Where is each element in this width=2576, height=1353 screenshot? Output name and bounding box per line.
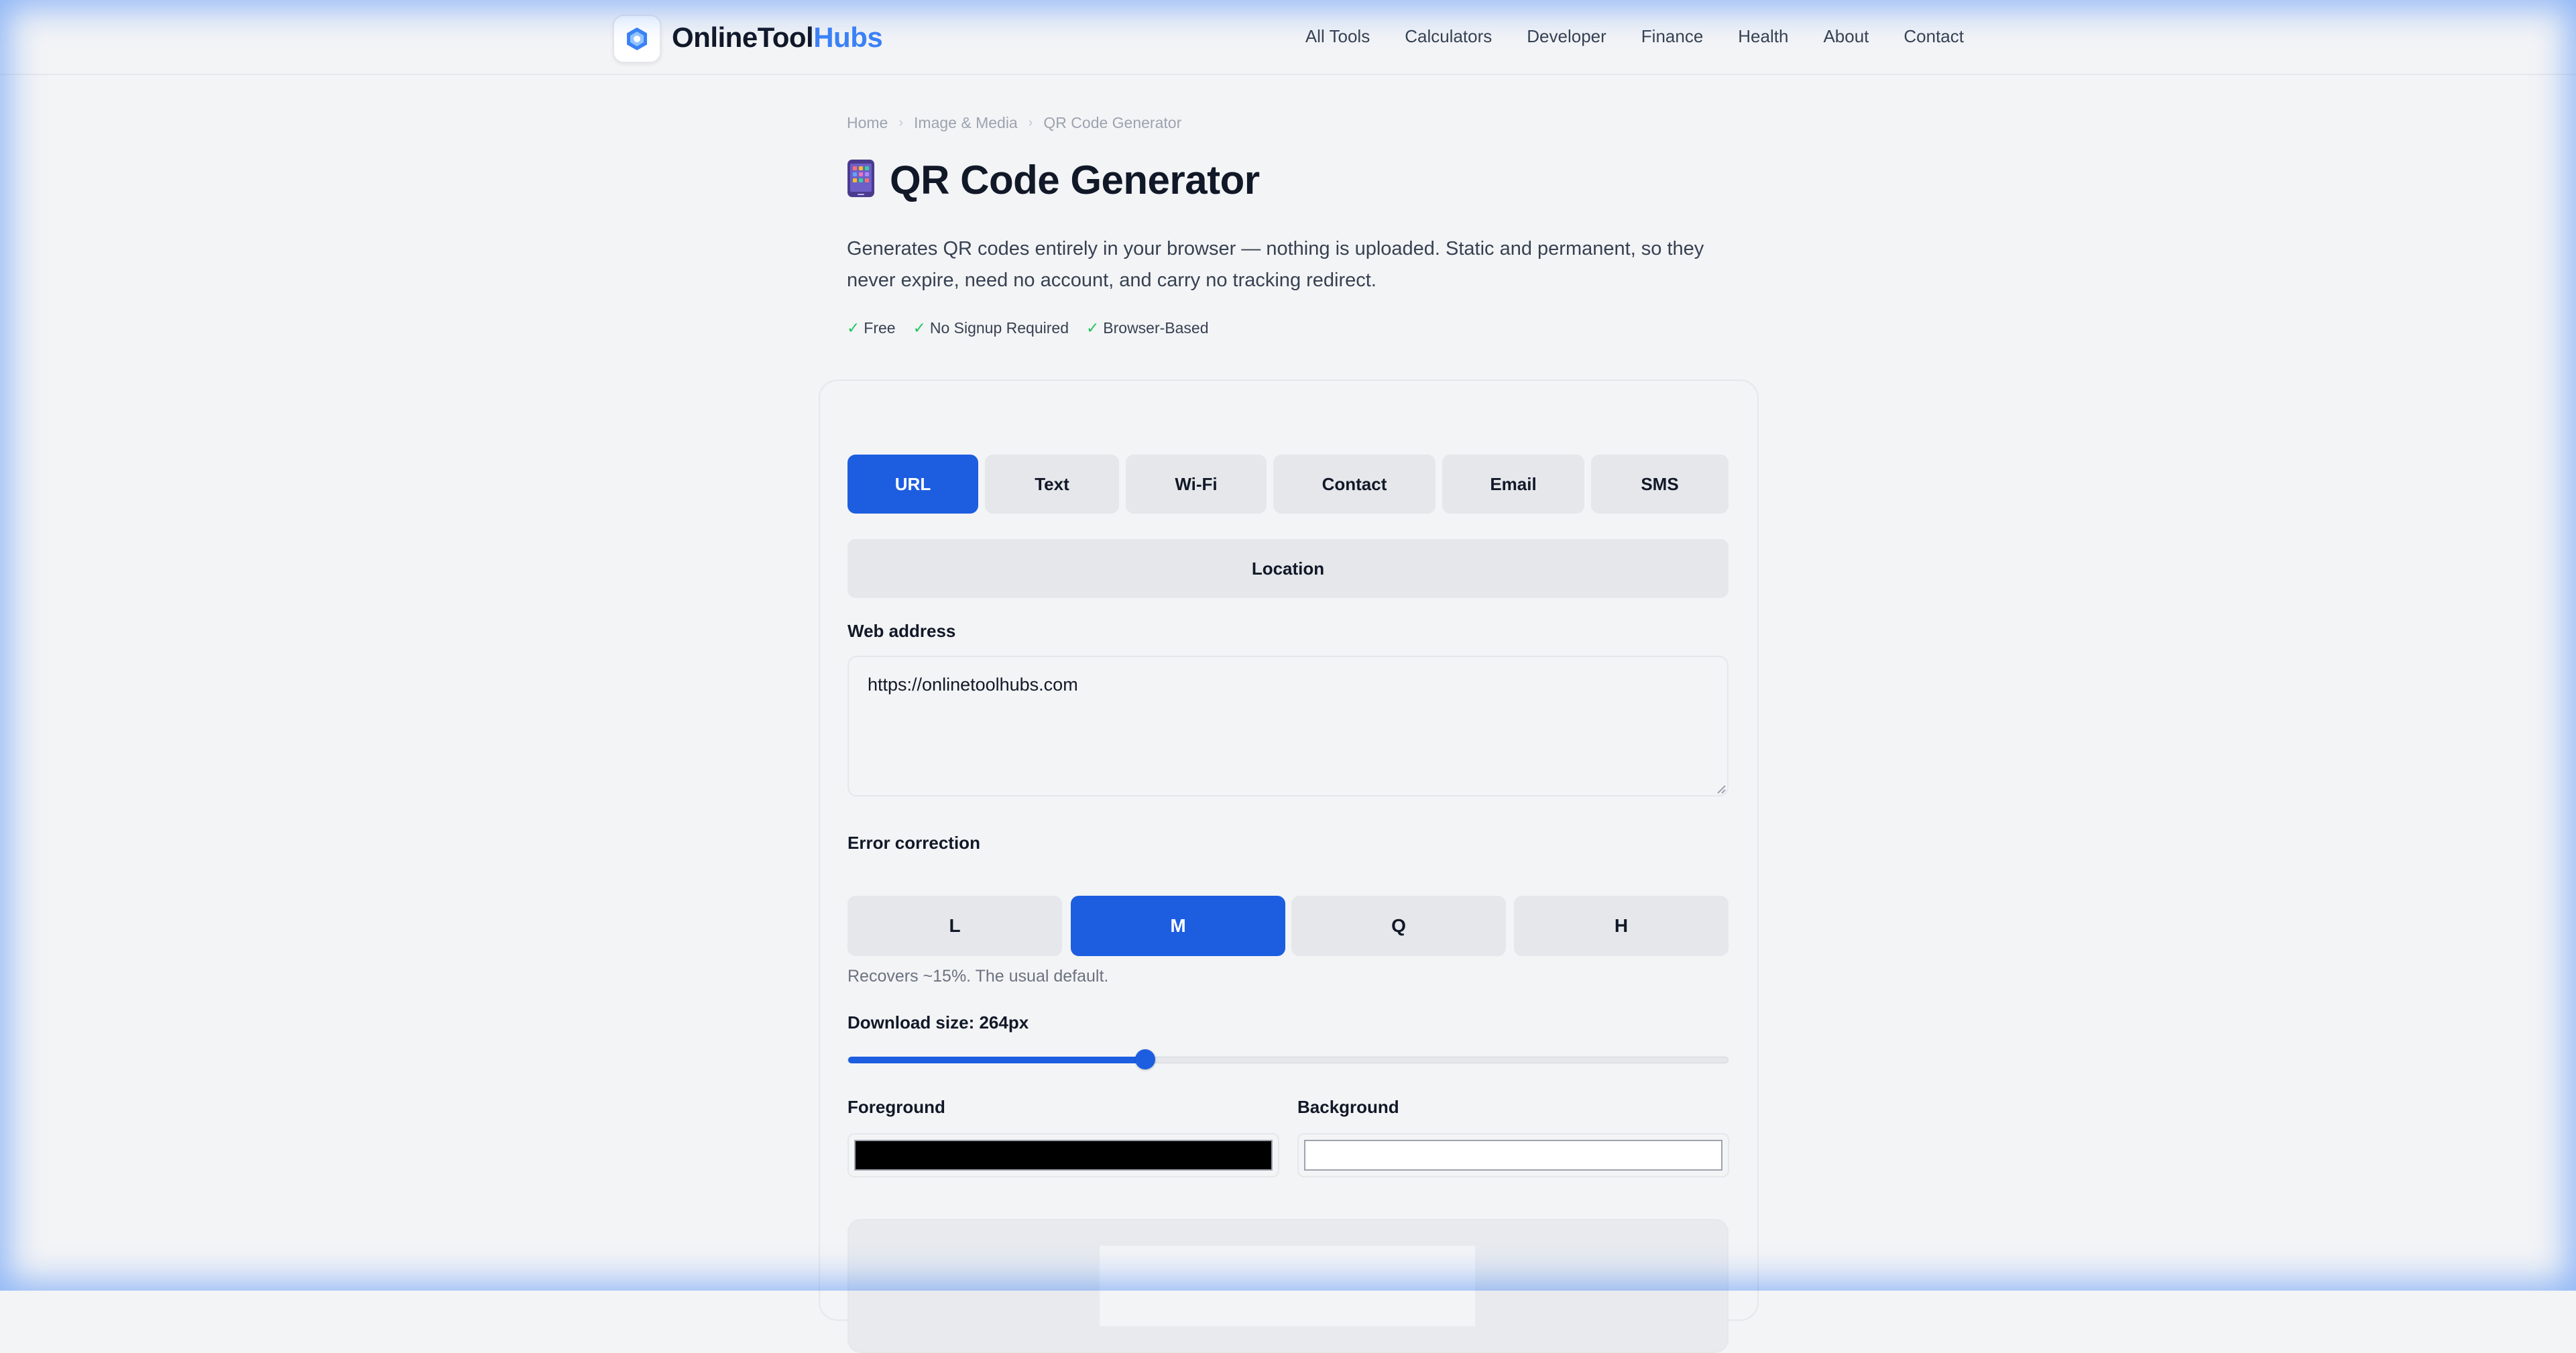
tab-sms[interactable]: SMS xyxy=(1591,455,1729,514)
page-title: QR Code Generator xyxy=(890,158,1260,202)
badge-browser-based: ✓ Browser-Based xyxy=(1086,319,1209,337)
nav-about[interactable]: About xyxy=(1823,21,1869,51)
ec-level-m[interactable]: M xyxy=(1071,896,1285,956)
brand-part-2: Hubs xyxy=(813,21,883,53)
ec-level-q[interactable]: Q xyxy=(1291,896,1506,956)
tab-url[interactable]: URL xyxy=(847,455,978,514)
tab-wifi[interactable]: Wi-Fi xyxy=(1126,455,1267,514)
badge-label: Browser-Based xyxy=(1103,319,1209,337)
badge-free: ✓ Free xyxy=(847,319,896,337)
page-description: Generates QR codes entirely in your brow… xyxy=(847,238,1704,291)
download-size-label: Download size: 264px xyxy=(847,1012,1029,1033)
check-icon: ✓ xyxy=(847,319,860,337)
foreground-label: Foreground xyxy=(847,1097,945,1117)
breadcrumb-home[interactable]: Home xyxy=(847,114,888,132)
badge-label: No Signup Required xyxy=(929,319,1069,337)
download-size-slider[interactable] xyxy=(847,1049,1729,1069)
breadcrumb-image-media[interactable]: Image & Media xyxy=(914,114,1018,132)
resize-grip-icon[interactable] xyxy=(1715,783,1726,794)
web-address-input[interactable]: https://onlinetoolhubs.com xyxy=(847,656,1729,797)
feature-badges: ✓ Free ✓ No Signup Required ✓ Browser-Based xyxy=(847,319,1226,337)
check-icon: ✓ xyxy=(1086,319,1100,337)
chevron-right-icon: › xyxy=(898,115,904,130)
site-header: OnlineToolHubs All Tools Calculators Dev… xyxy=(0,0,2576,75)
breadcrumb-current: QR Code Generator xyxy=(1043,114,1182,131)
tab-location[interactable]: Location xyxy=(847,539,1729,598)
nav-finance[interactable]: Finance xyxy=(1641,21,1704,51)
ec-level-h[interactable]: H xyxy=(1514,896,1729,956)
main-nav: All Tools Calculators Developer Finance … xyxy=(1271,21,1964,51)
background-swatch xyxy=(1304,1140,1722,1171)
nav-developer[interactable]: Developer xyxy=(1527,21,1606,51)
brand-name[interactable]: OnlineToolHubs xyxy=(672,19,883,56)
page-title-row: QR Code Generator xyxy=(847,157,1260,203)
tab-email[interactable]: Email xyxy=(1442,455,1584,514)
nav-calculators[interactable]: Calculators xyxy=(1405,21,1492,51)
nav-health[interactable]: Health xyxy=(1738,21,1788,51)
nav-contact[interactable]: Contact xyxy=(1904,21,1964,51)
logo-icon[interactable] xyxy=(613,15,661,63)
badge-no-signup: ✓ No Signup Required xyxy=(913,319,1069,337)
background-color-picker[interactable] xyxy=(1297,1133,1729,1177)
ec-level-l[interactable]: L xyxy=(847,896,1062,956)
error-correction-hint: Recovers ~15%. The usual default. xyxy=(847,967,1109,986)
chevron-right-icon: › xyxy=(1028,115,1033,130)
foreground-color-picker[interactable] xyxy=(847,1133,1279,1177)
foreground-swatch xyxy=(854,1140,1273,1171)
slider-thumb[interactable] xyxy=(1134,1049,1155,1069)
error-correction-label: Error correction xyxy=(847,833,980,853)
tab-text[interactable]: Text xyxy=(985,455,1119,514)
breadcrumb: Home › Image & Media › QR Code Generator xyxy=(847,114,1181,132)
mobile-phone-icon xyxy=(847,159,875,201)
web-address-label: Web address xyxy=(847,621,956,641)
slider-fill xyxy=(848,1057,1145,1063)
qr-preview-canvas xyxy=(1100,1246,1475,1326)
nav-all-tools[interactable]: All Tools xyxy=(1305,21,1370,51)
brand-part-1: OnlineTool xyxy=(672,21,814,53)
check-icon: ✓ xyxy=(913,319,926,337)
background-label: Background xyxy=(1297,1097,1399,1117)
tab-contact[interactable]: Contact xyxy=(1273,455,1436,514)
badge-label: Free xyxy=(864,319,896,337)
